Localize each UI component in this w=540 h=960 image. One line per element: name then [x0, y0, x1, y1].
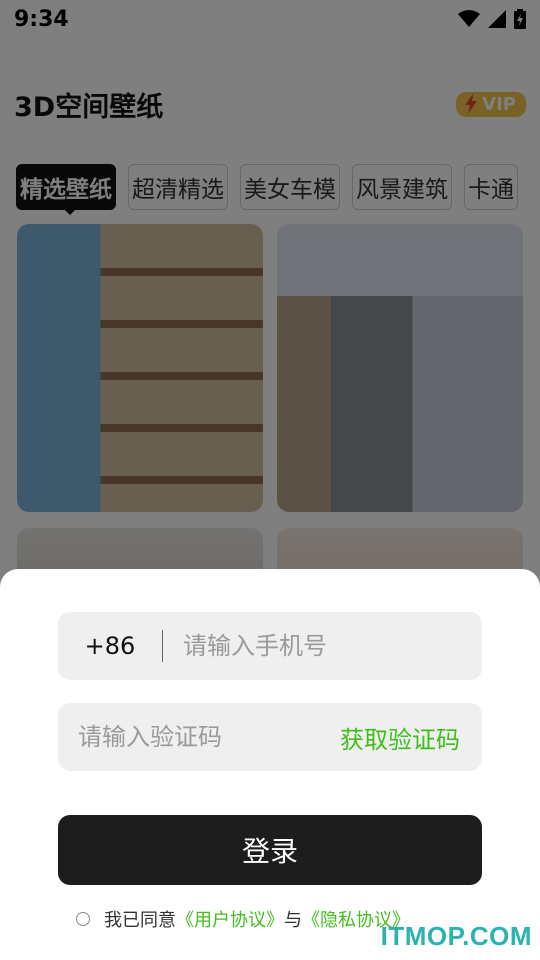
user-agreement-link[interactable]: 《用户协议》 [176, 906, 284, 932]
login-sheet: +86 获取验证码 登录 我已同意 《用户协议》 与 《隐私协议》 [0, 569, 540, 960]
agree-and: 与 [284, 910, 302, 931]
agree-prefix: 我已同意 [104, 910, 176, 931]
login-button[interactable]: 登录 [58, 815, 482, 885]
country-code[interactable]: +86 [58, 632, 162, 660]
verification-field: 获取验证码 [58, 703, 482, 771]
divider [162, 630, 163, 662]
get-code-button[interactable]: 获取验证码 [340, 720, 460, 755]
watermark: ITMOP.COM [380, 921, 532, 951]
agree-radio[interactable] [76, 912, 90, 926]
phone-field: +86 [58, 612, 482, 680]
phone-input[interactable] [181, 631, 455, 661]
verification-code-input[interactable] [76, 722, 290, 752]
agreement-row: 我已同意 《用户协议》 与 《隐私协议》 [76, 906, 410, 932]
